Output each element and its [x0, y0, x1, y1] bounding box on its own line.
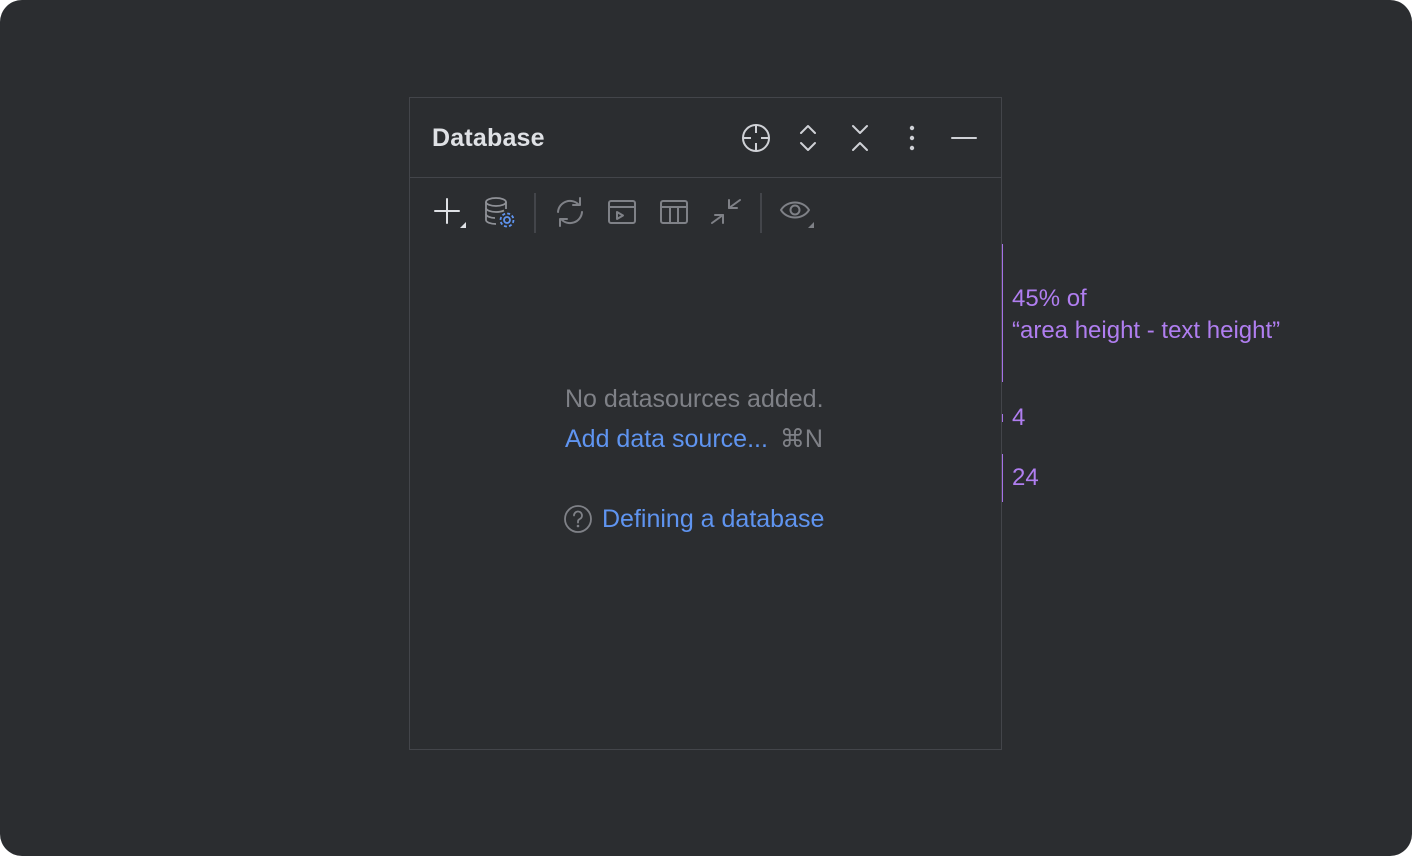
collapse-all-icon[interactable] [844, 122, 876, 154]
add-data-source-link[interactable]: Add data source... [565, 425, 768, 453]
toolbar-separator [760, 193, 762, 233]
top-gap-annotation-line2: “area height - text height” [1012, 317, 1281, 344]
top-gap-annotation: 45% of “area height - text height” [1012, 283, 1280, 347]
toolbar [410, 178, 1001, 246]
view-options-icon[interactable] [778, 194, 814, 230]
screenshot-canvas: Database No datasources added. Add data … [0, 0, 1412, 856]
small-gap-annotation: 4 [1012, 404, 1026, 431]
expand-all-icon[interactable] [792, 122, 824, 154]
keyboard-shortcut: ⌘N [779, 425, 823, 453]
tool-window-header: Database [410, 98, 1001, 178]
help-icon [563, 504, 593, 534]
locate-icon[interactable] [740, 122, 772, 154]
data-source-properties-icon[interactable] [482, 194, 518, 230]
defining-database-link[interactable]: Defining a database [602, 503, 824, 535]
table-icon[interactable] [656, 194, 692, 230]
large-gap-annotation: 24 [1012, 464, 1039, 491]
more-options-icon[interactable] [896, 122, 928, 154]
query-console-icon[interactable] [604, 194, 640, 230]
refresh-icon[interactable] [552, 194, 588, 230]
empty-state-message: No datasources added. [565, 385, 824, 413]
toolbar-separator [534, 193, 536, 233]
top-gap-annotation-line1: 45% of [1012, 285, 1087, 312]
minimize-icon[interactable] [948, 122, 980, 154]
panel-title: Database [432, 124, 545, 152]
add-icon[interactable] [430, 194, 466, 230]
add-data-source-row: Add data source... ⌘N [565, 423, 823, 455]
jump-to-source-icon[interactable] [708, 194, 744, 230]
